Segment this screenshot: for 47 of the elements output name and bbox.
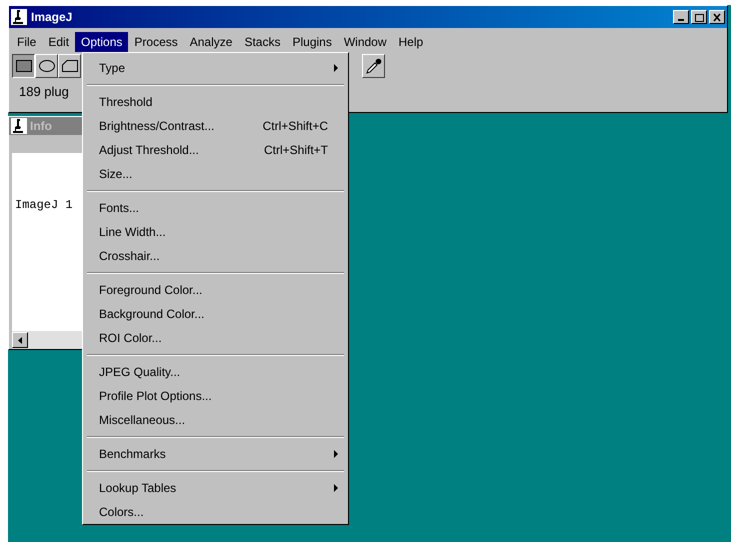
menu-item[interactable]: Type	[85, 56, 346, 80]
menu-item[interactable]: Brightness/Contrast... Ctrl+Shift+C	[85, 114, 346, 138]
menu-bar-item[interactable]: Edit	[42, 32, 76, 52]
menu-bar-item[interactable]: Options	[75, 32, 128, 52]
oval-icon	[38, 60, 54, 72]
menu-bar-item[interactable]: File	[11, 32, 42, 52]
eyedropper-icon	[366, 58, 382, 74]
submenu-arrow-icon	[334, 64, 338, 72]
menu-item[interactable]: Lookup Tables	[85, 476, 346, 500]
close-button[interactable]	[709, 10, 725, 24]
polygon-icon	[62, 60, 78, 72]
tool-button[interactable]	[12, 54, 35, 78]
status-text: 189 plug	[18, 83, 70, 101]
submenu-arrow-icon	[334, 484, 338, 492]
submenu-arrow-icon	[334, 450, 338, 458]
menu-item[interactable]: ROI Color...	[85, 326, 346, 350]
microscope-icon	[11, 9, 27, 25]
menu-item[interactable]: Background Color...	[85, 302, 346, 326]
menu-bar-item[interactable]: Help	[392, 32, 430, 52]
info-text: ImageJ 1	[14, 198, 73, 212]
menu-item[interactable]: Foreground Color...	[85, 278, 346, 302]
left-arrow-icon	[18, 336, 22, 344]
window-title: Info	[30, 118, 52, 135]
menu-bar-item[interactable]: Process	[128, 32, 184, 52]
maximize-button[interactable]	[691, 10, 707, 24]
menu-bar-item[interactable]: Window	[338, 32, 393, 52]
minimize-icon	[678, 19, 684, 21]
menu-item[interactable]: JPEG Quality...	[85, 360, 346, 384]
menu-item[interactable]: Miscellaneous...	[85, 408, 346, 432]
menu-item[interactable]: Line Width...	[85, 220, 346, 244]
menu-bar-item[interactable]: Stacks	[238, 32, 286, 52]
window-title: ImageJ	[31, 9, 72, 26]
menu-item[interactable]: Size...	[85, 162, 346, 186]
menu-item[interactable]: Benchmarks	[85, 442, 346, 466]
menu-item[interactable]: Colors...	[85, 500, 346, 524]
menu-item[interactable]: Adjust Threshold... Ctrl+Shift+T	[85, 138, 346, 162]
menu-item[interactable]: Threshold	[85, 90, 346, 114]
menu-item[interactable]: Crosshair...	[85, 244, 346, 268]
menu-bar-item[interactable]: Analyze	[184, 32, 238, 52]
close-icon	[712, 12, 722, 22]
menu-item[interactable]: Profile Plot Options...	[85, 384, 346, 408]
rectangle-icon	[16, 60, 32, 72]
menu-bar-item[interactable]: Plugins	[286, 32, 338, 52]
maximize-icon	[694, 12, 704, 22]
scroll-left-button[interactable]	[12, 332, 28, 348]
minimize-button[interactable]	[673, 10, 689, 24]
menu-item[interactable]: Fonts...	[85, 196, 346, 220]
